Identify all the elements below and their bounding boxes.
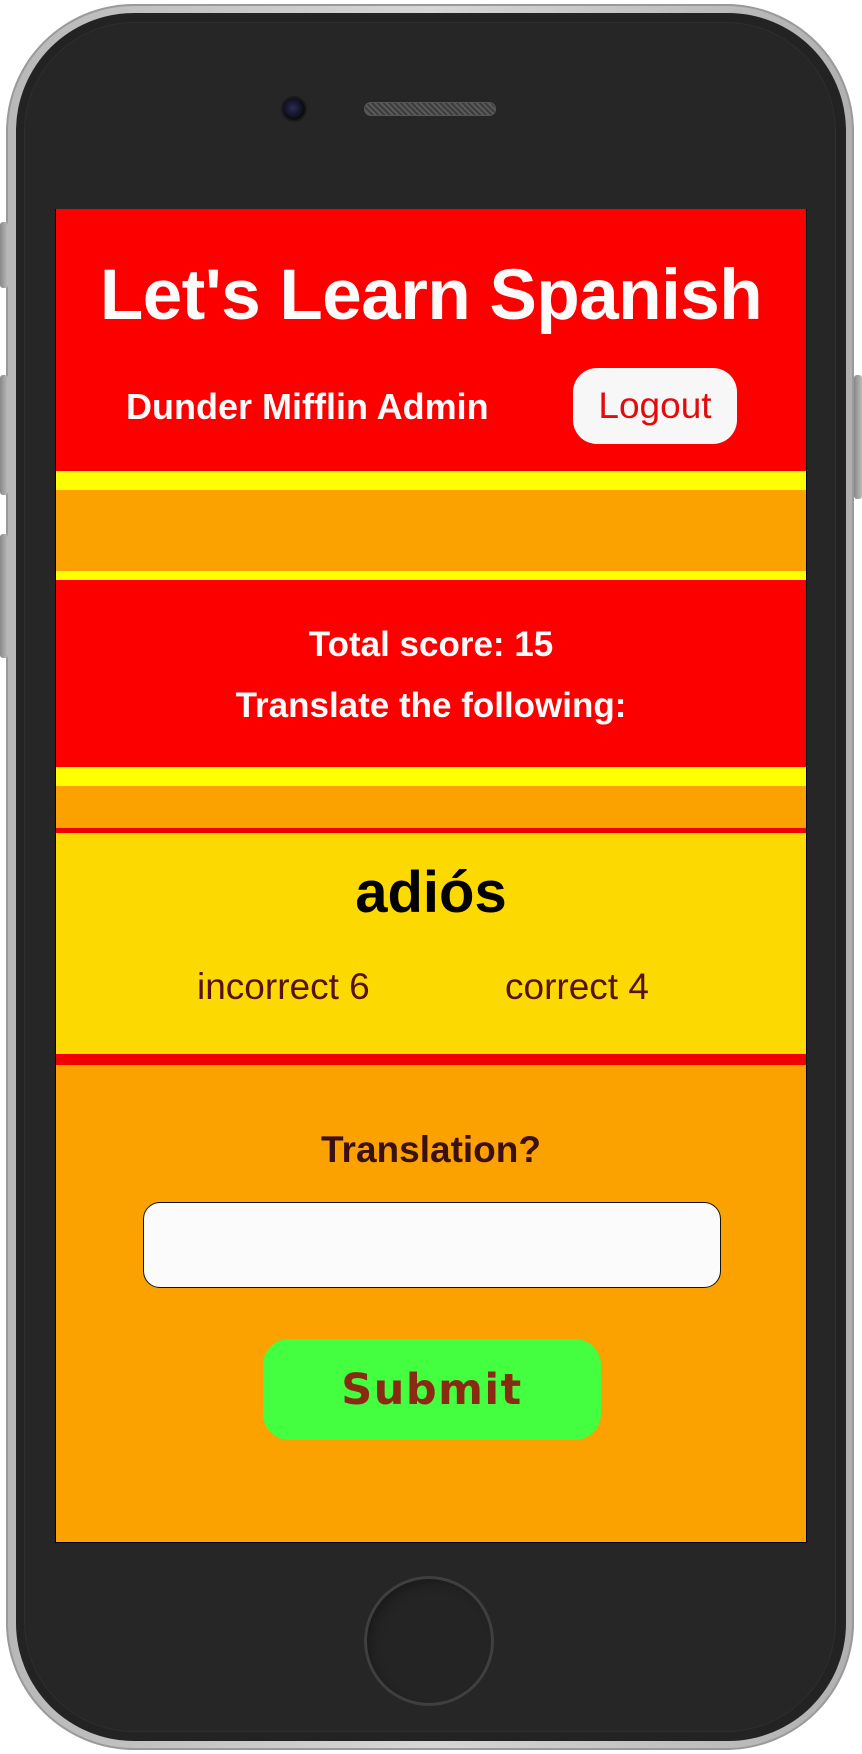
total-score: Total score: 15 bbox=[308, 625, 554, 664]
app-screen: Let's Learn Spanish Dunder Mifflin Admin… bbox=[55, 209, 807, 1543]
phone-volume-up-button bbox=[0, 375, 8, 495]
translation-input[interactable] bbox=[143, 1202, 721, 1288]
translate-prompt: Translate the following: bbox=[235, 686, 627, 725]
incorrect-count: incorrect 6 bbox=[197, 966, 370, 1007]
logout-button[interactable]: Logout bbox=[573, 368, 737, 444]
divider-stripe bbox=[56, 471, 806, 490]
phone-mute-switch bbox=[0, 222, 8, 288]
divider-stripe bbox=[56, 571, 806, 580]
divider-stripe bbox=[56, 767, 806, 786]
user-name: Dunder Mifflin Admin bbox=[126, 386, 489, 427]
spacer-band bbox=[56, 490, 806, 571]
spanish-word: adiós bbox=[355, 860, 507, 925]
score-panel: Total score: 15 Translate the following: bbox=[56, 580, 806, 767]
word-card: adiós incorrect 6 correct 4 bbox=[56, 828, 806, 1065]
earpiece-speaker bbox=[364, 102, 496, 116]
home-button[interactable] bbox=[364, 1576, 494, 1706]
app-title: Let's Learn Spanish bbox=[99, 256, 763, 335]
app-header: Let's Learn Spanish Dunder Mifflin Admin… bbox=[56, 209, 806, 471]
phone-volume-down-button bbox=[0, 534, 8, 658]
phone-power-button bbox=[854, 375, 862, 499]
translation-label: Translation? bbox=[321, 1129, 541, 1170]
front-camera bbox=[283, 98, 305, 120]
correct-count: correct 4 bbox=[505, 966, 649, 1007]
submit-button[interactable]: Submit bbox=[263, 1339, 601, 1440]
